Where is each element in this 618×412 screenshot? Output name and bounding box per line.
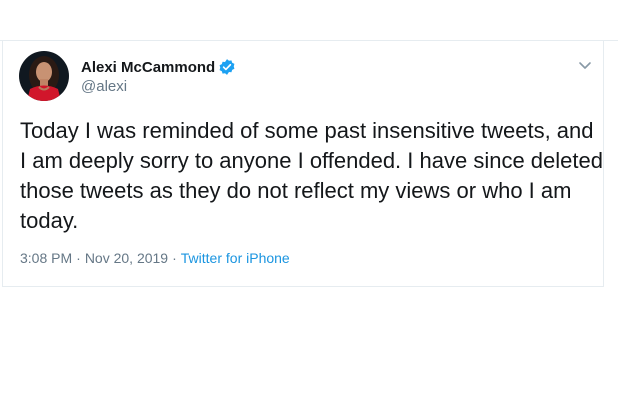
- meta-separator: ·: [172, 250, 177, 266]
- avatar[interactable]: [19, 51, 69, 101]
- verified-badge-icon: [218, 58, 236, 76]
- tweet-meta: 3:08 PM · Nov 20, 2019 · Twitter for iPh…: [20, 250, 290, 266]
- name-row: Alexi McCammond: [81, 57, 236, 77]
- handle[interactable]: @alexi: [81, 78, 236, 95]
- avatar-image: [19, 51, 69, 101]
- tweet-card: Alexi McCammond @alexi Today I was remin…: [2, 41, 604, 287]
- meta-separator: ·: [76, 250, 81, 266]
- tweet-date[interactable]: Nov 20, 2019: [85, 250, 168, 266]
- tweet-source-link[interactable]: Twitter for iPhone: [181, 250, 290, 266]
- chevron-down-icon[interactable]: [577, 57, 593, 73]
- tweet-text: Today I was reminded of some past insens…: [20, 118, 603, 233]
- tweet-time[interactable]: 3:08 PM: [20, 250, 72, 266]
- display-name[interactable]: Alexi McCammond: [81, 59, 215, 76]
- tweet-author: Alexi McCammond @alexi: [81, 57, 236, 95]
